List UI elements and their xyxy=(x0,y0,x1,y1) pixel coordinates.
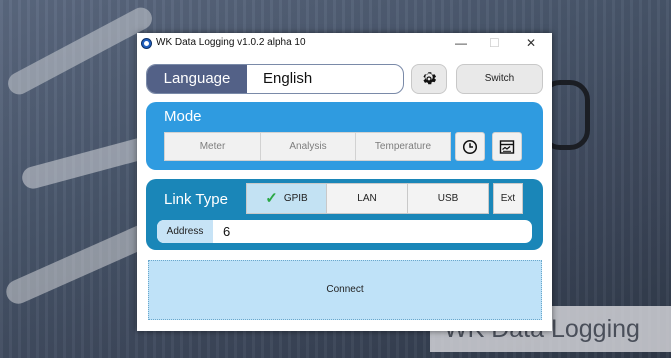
check-icon: ✓ xyxy=(265,190,278,207)
settings-button[interactable] xyxy=(411,64,447,94)
mode-analysis-button[interactable]: Analysis xyxy=(260,132,356,161)
clock-button[interactable] xyxy=(455,132,485,161)
connect-button[interactable]: Connect xyxy=(148,260,542,320)
address-label: Address xyxy=(157,220,213,243)
address-value[interactable]: 6 xyxy=(223,220,230,243)
switch-button[interactable]: Switch xyxy=(456,64,543,94)
mode-meter-button[interactable]: Meter xyxy=(164,132,261,161)
address-field[interactable]: Address 6 xyxy=(157,220,532,243)
dashboard-button[interactable] xyxy=(492,132,522,161)
maximize-button[interactable]: ☐ xyxy=(489,36,500,50)
link-ext-button[interactable]: Ext xyxy=(493,183,523,214)
language-value[interactable]: English xyxy=(263,65,312,93)
dashboard-icon xyxy=(499,139,515,154)
link-type-title: Link Type xyxy=(164,191,228,208)
mode-temperature-button[interactable]: Temperature xyxy=(355,132,451,161)
mode-panel: Mode Meter Analysis Temperature xyxy=(146,102,543,170)
link-type-panel: Link Type ✓ GPIB LAN USB Ext Address 6 xyxy=(146,179,543,250)
mode-title: Mode xyxy=(164,108,202,125)
link-usb-button[interactable]: USB xyxy=(407,183,489,214)
link-gpib-button[interactable]: ✓ GPIB xyxy=(246,183,327,214)
language-selector[interactable]: Language English xyxy=(146,64,404,94)
gear-icon xyxy=(423,72,437,85)
link-gpib-label: GPIB xyxy=(283,193,308,205)
app-window: WK Data Logging v1.0.2 alpha 10 — ☐ ✕ La… xyxy=(137,33,552,331)
title-bar[interactable]: WK Data Logging v1.0.2 alpha 10 — ☐ ✕ xyxy=(137,33,552,55)
close-button[interactable]: ✕ xyxy=(526,36,536,50)
minimize-button[interactable]: — xyxy=(455,36,467,50)
window-title: WK Data Logging v1.0.2 alpha 10 xyxy=(156,37,306,48)
link-lan-button[interactable]: LAN xyxy=(326,183,408,214)
clock-icon xyxy=(462,139,478,154)
app-icon xyxy=(141,38,152,49)
language-label: Language xyxy=(147,65,247,93)
